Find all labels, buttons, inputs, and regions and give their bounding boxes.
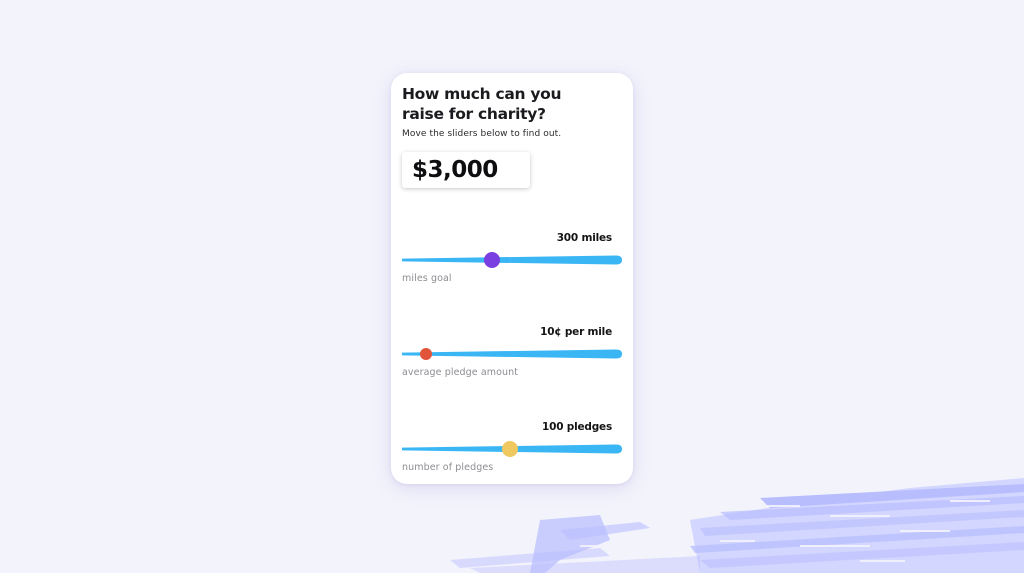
total-amount: $3,000 (402, 152, 530, 188)
pledges-count-slider[interactable] (402, 440, 622, 458)
miles-goal-slider-group: 300 miles miles goal (402, 232, 622, 292)
pledges-count-slider-thumb[interactable] (501, 441, 518, 457)
charity-calculator-card: How much can you raise for charity? Move… (391, 73, 633, 484)
miles-goal-slider[interactable] (402, 251, 622, 269)
pledges-count-label: number of pledges (402, 462, 494, 473)
pledge-amount-label: average pledge amount (402, 367, 519, 378)
calculator-subtitle: Move the sliders below to find out. (402, 129, 562, 139)
slider-track-shape (402, 349, 622, 359)
page-background: How much can you raise for charity? Move… (0, 0, 1024, 573)
slider-track-shape (402, 255, 622, 265)
miles-goal-label: miles goal (402, 273, 452, 284)
title-line-1: How much can you (402, 85, 562, 103)
title-line-2: raise for charity? (402, 105, 546, 123)
pledge-amount-slider[interactable] (402, 345, 622, 363)
miles-goal-value: 300 miles (556, 232, 612, 244)
pledge-amount-slider-group: 10¢ per mile average pledge amount (402, 326, 622, 386)
calculator-title: How much can you raise for charity? (402, 84, 622, 124)
pledge-amount-value: 10¢ per mile (540, 326, 612, 338)
pledges-count-slider-group: 100 pledges number of pledges (402, 421, 622, 481)
pledges-count-value: 100 pledges (541, 421, 612, 433)
